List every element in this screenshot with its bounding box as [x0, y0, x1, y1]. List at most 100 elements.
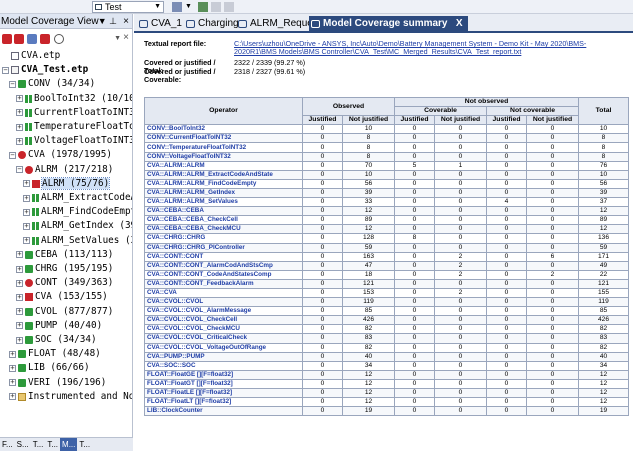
operator-link[interactable]: CVA::CONT::CONT_AlarmCodAndStsCmp	[144, 260, 303, 271]
chevron-down-icon[interactable]: ▼	[114, 35, 121, 42]
expand-icon[interactable]: +	[16, 123, 23, 131]
tree-item[interactable]: + ALRM_GetIndex (39/39)	[23, 220, 132, 232]
operator-link[interactable]: CONV::CurrentFloatToINT32	[144, 133, 303, 144]
expand-icon[interactable]: +	[16, 322, 23, 330]
pin-icon[interactable]: ▼ ⊥	[98, 14, 117, 29]
tree-item[interactable]: + ALRM_FindCodeEmpty (56/	[23, 206, 132, 218]
operator-link[interactable]: CVA::CONT::CONT	[144, 251, 303, 262]
close-icon[interactable]: X	[456, 16, 463, 32]
expand-icon[interactable]: +	[16, 137, 23, 145]
operator-link[interactable]: CVA::SOC::SOC	[144, 360, 303, 371]
tree-item[interactable]: + BoolToInt32 (10/10)	[16, 93, 132, 105]
collapse-icon[interactable]: −	[16, 166, 23, 174]
collapse-icon[interactable]: −	[9, 151, 16, 159]
operator-link[interactable]: FLOAT::FloatGE [][F=float32]	[144, 369, 303, 380]
settings-icon[interactable]	[224, 2, 234, 12]
expand-icon[interactable]: +	[16, 308, 23, 316]
operator-link[interactable]: CVA::CVOL::CVOL_AlarmMessage	[144, 306, 303, 317]
tree-item[interactable]: + Instrumented and Not Used	[9, 391, 132, 403]
tree-item[interactable]: + CEBA (113/113)	[16, 249, 113, 261]
operator-link[interactable]: CVA::PUMP::PUMP	[144, 351, 303, 362]
expand-icon[interactable]: +	[16, 293, 23, 301]
expand-icon[interactable]: +	[9, 393, 16, 401]
expand-icon[interactable]: +	[16, 109, 23, 117]
operator-link[interactable]: CVA::ALRM::ALRM_GetIndex	[144, 187, 303, 199]
expand-icon[interactable]: +	[23, 208, 30, 216]
tree-item[interactable]: + CVA (153/155)	[16, 291, 108, 303]
operator-link[interactable]: CVA::CEBA::CEBA_CheckMCU	[144, 224, 303, 235]
tree-item[interactable]: + ALRM_ExtractCodeAndStat	[23, 192, 132, 204]
operator-link[interactable]: CVA::CHRG::CHRG	[144, 233, 303, 244]
expand-icon[interactable]: +	[16, 265, 23, 273]
expand-icon[interactable]: +	[16, 95, 23, 103]
tab-model-coverage-summary[interactable]: Model Coverage summary X	[309, 16, 468, 32]
close-icon[interactable]: ×	[123, 14, 129, 29]
run-icon[interactable]	[198, 2, 208, 12]
tree-item[interactable]: − CVA (1978/1995)	[9, 149, 112, 161]
operator-link[interactable]: CVA::CVOL::CVOL_CriticalCheck	[144, 333, 303, 344]
operator-link[interactable]: CVA::CVA	[144, 287, 303, 299]
edit-icon[interactable]	[27, 34, 37, 44]
tab-cva-1[interactable]: CVA_1	[137, 16, 182, 32]
operator-link[interactable]: CONV::TemperatureFloatToINT32	[144, 142, 303, 153]
tree-item[interactable]: + CHRG (195/195)	[16, 263, 113, 275]
tree-item[interactable]: + LIB (66/66)	[9, 362, 90, 374]
bottom-tab[interactable]: M...	[60, 438, 78, 451]
expand-icon[interactable]: +	[23, 237, 30, 245]
operator-link[interactable]: CONV::BoolToInt32	[144, 124, 303, 135]
expand-icon[interactable]: +	[16, 279, 23, 287]
expand-icon[interactable]: +	[23, 180, 30, 188]
report-file-link[interactable]: C:\Users\uzhou\OneDrive - ANSYS, Inc\Aut…	[234, 40, 624, 56]
coverage-alt-icon[interactable]	[14, 34, 24, 44]
collapse-icon[interactable]: −	[9, 80, 16, 88]
tree-item[interactable]: + VERI (196/196)	[9, 377, 106, 389]
operator-link[interactable]: FLOAT::FloatGT [][F=float32]	[144, 378, 303, 390]
tree-item[interactable]: + CurrentFloatToINT32 (8/8)	[16, 107, 132, 119]
tree-item[interactable]: + CONT (349/363)	[16, 277, 113, 289]
operator-link[interactable]: FLOAT::FloatLT [][F=float32]	[144, 397, 303, 408]
tree-item[interactable]: − ALRM (217/218)	[16, 164, 113, 176]
collapse-icon[interactable]: −	[2, 66, 9, 74]
tree-item[interactable]: + VoltageFloatToINT32 (8/8)	[16, 135, 132, 147]
operator-link[interactable]: CVA::CEBA::CEBA	[144, 206, 303, 217]
tree-item[interactable]: + ALRM_SetValues (37/37)	[23, 235, 132, 247]
operator-link[interactable]: CVA::ALRM::ALRM	[144, 160, 303, 171]
filter-icon[interactable]	[172, 2, 182, 12]
operator-link[interactable]: CVA::ALRM::ALRM_FindCodeEmpty	[144, 178, 303, 189]
tree-item[interactable]: − CONV (34/34)	[9, 78, 95, 90]
operator-link[interactable]: CVA::CHRG::CHRG_PIController	[144, 242, 303, 253]
expand-icon[interactable]: +	[16, 336, 23, 344]
delete-icon[interactable]	[40, 34, 50, 44]
expand-icon[interactable]: +	[9, 379, 16, 387]
tab-alrm-request[interactable]: ALRM_Request	[236, 16, 321, 32]
bottom-tab[interactable]: T...	[77, 438, 92, 451]
operator-link[interactable]: CVA::CVOL::CVOL	[144, 297, 303, 308]
expand-icon[interactable]: +	[16, 251, 23, 259]
operator-link[interactable]: LIB::ClockCounter	[144, 406, 303, 417]
expand-icon[interactable]: +	[9, 350, 16, 358]
operator-link[interactable]: CVA::CVOL::CVOL_VoltageOutOfRange	[144, 342, 303, 353]
bottom-tab[interactable]: T...	[45, 438, 60, 451]
tree-item[interactable]: + SOC (34/34)	[16, 334, 97, 346]
coverage-icon[interactable]	[2, 34, 12, 44]
bottom-tab[interactable]: S...	[15, 438, 31, 451]
bottom-tab[interactable]: F...	[0, 438, 15, 451]
expand-icon[interactable]: +	[23, 222, 30, 230]
tree-item[interactable]: + FLOAT (48/48)	[9, 348, 101, 360]
operator-link[interactable]: CVA::CVOL::CVOL_CheckMCU	[144, 324, 303, 335]
operator-link[interactable]: FLOAT::FloatLE [][F=float32]	[144, 387, 303, 399]
tree-item[interactable]: + ALRM (75/76)	[23, 176, 111, 190]
bottom-tab[interactable]: T...	[31, 438, 46, 451]
project-combo[interactable]: Test ▼	[92, 1, 164, 13]
operator-link[interactable]: CONV::VoltageFloatToINT32	[144, 151, 303, 162]
tree-item[interactable]: + TemperatureFloatToINT32 (8	[16, 121, 132, 133]
operator-link[interactable]: CVA::CONT::CONT_FeedbackAlarm	[144, 278, 303, 289]
target-icon[interactable]	[54, 34, 64, 44]
operator-link[interactable]: CVA::CEBA::CEBA_CheckCell	[144, 215, 303, 226]
tree-item[interactable]: CVA.etp	[2, 50, 60, 62]
operator-link[interactable]: CVA::ALRM::ALRM_ExtractCodeAndState	[144, 169, 303, 180]
operator-link[interactable]: CVA::ALRM::ALRM_SetValues	[144, 197, 303, 208]
operator-link[interactable]: CVA::CONT::CONT_CodeAndStatesComp	[144, 269, 303, 280]
stop-icon[interactable]	[211, 2, 221, 12]
chevron-down-icon[interactable]: ▼	[185, 2, 195, 12]
